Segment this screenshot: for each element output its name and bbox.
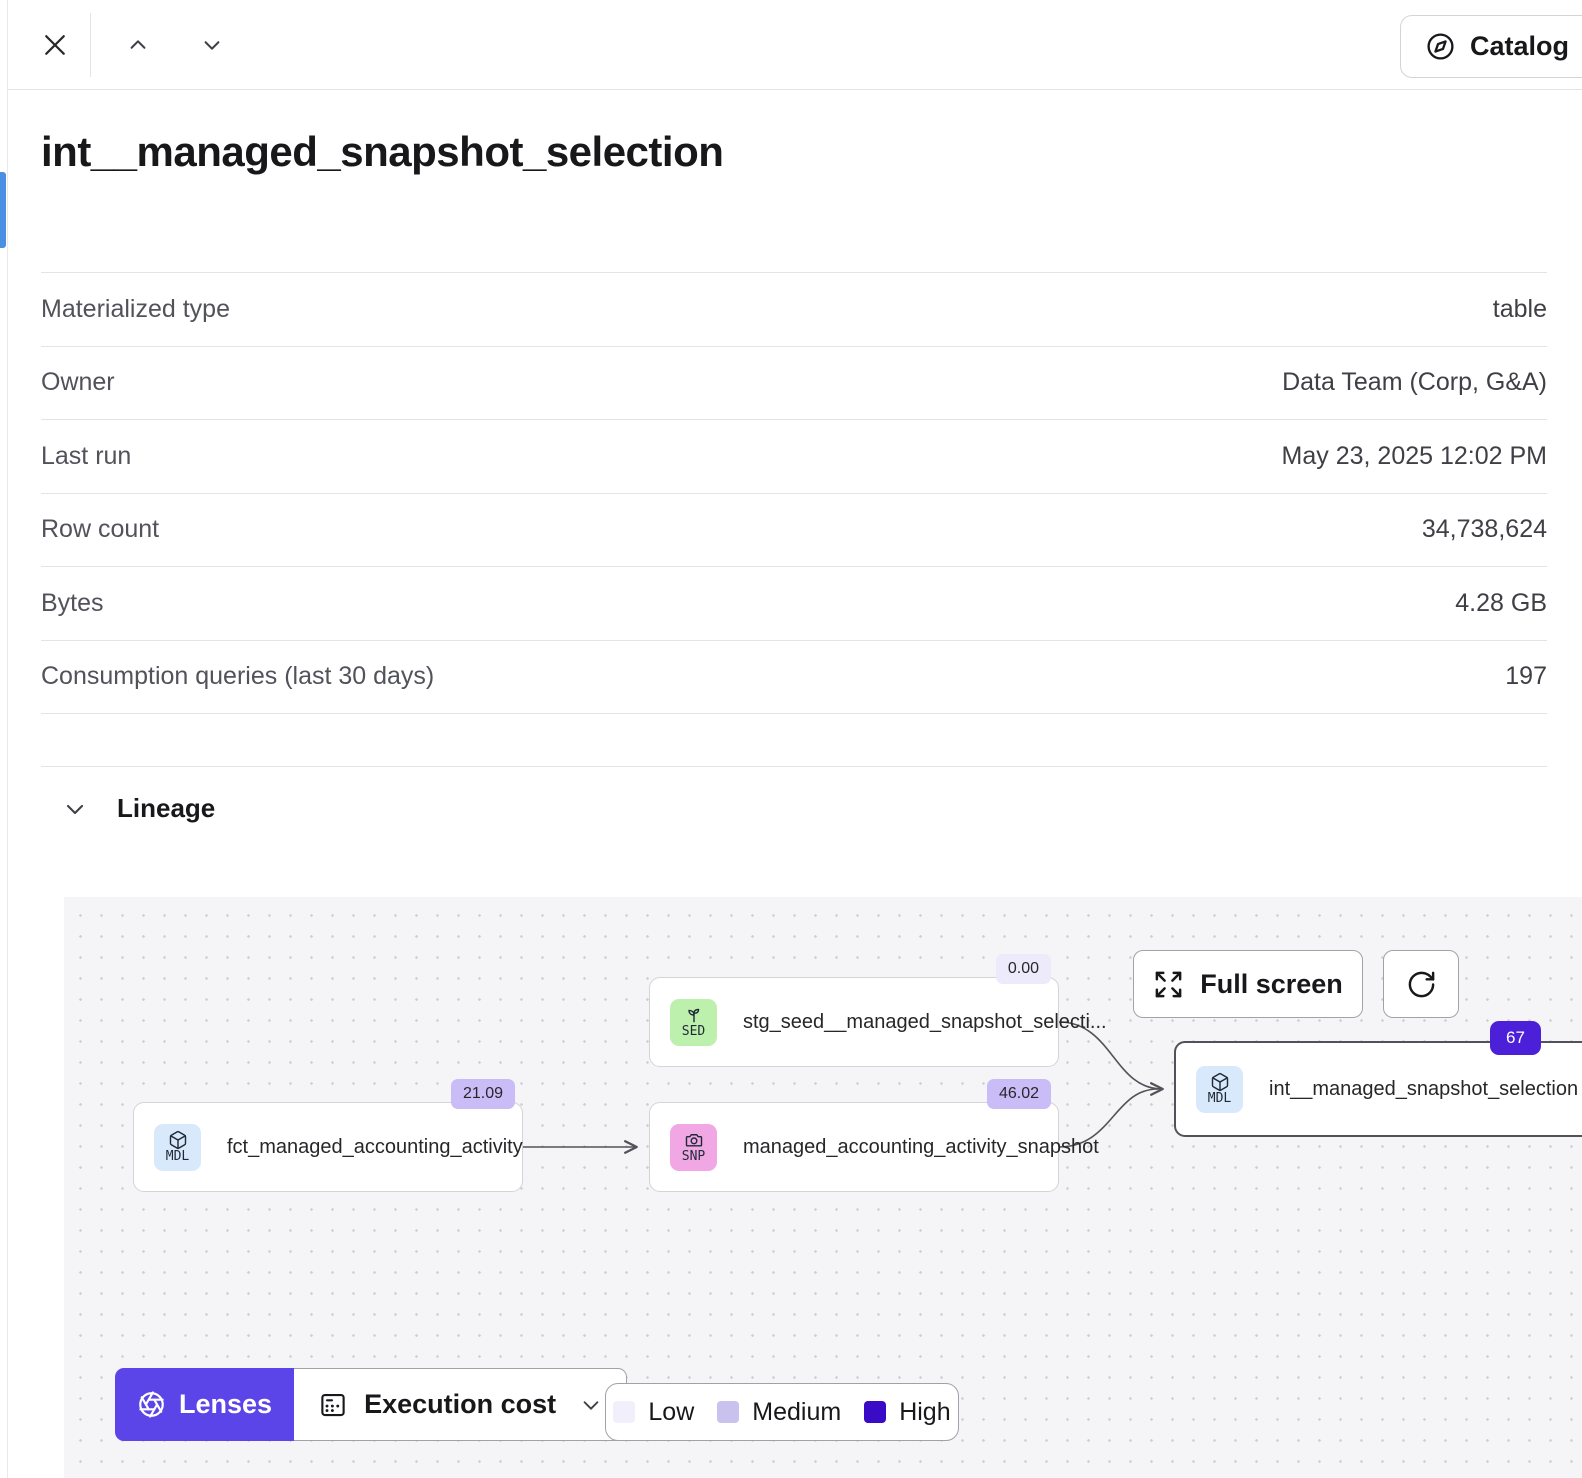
fullscreen-button[interactable]: Full screen — [1133, 950, 1363, 1018]
model-type-chip: MDL — [1196, 1066, 1243, 1113]
cost-badge: 0.00 — [996, 954, 1051, 984]
legend-swatch-low — [613, 1401, 635, 1423]
aperture-icon — [137, 1390, 166, 1419]
seed-type-chip: SED — [670, 999, 717, 1046]
close-icon — [40, 30, 70, 60]
node-label: fct_managed_accounting_activity — [227, 1136, 523, 1159]
catalog-button-label: Catalog — [1470, 31, 1569, 62]
lineage-node-stg-seed[interactable]: 0.00 SED stg_seed__managed_snapshot_sele… — [649, 977, 1059, 1067]
metadata-value: 4.28 GB — [1455, 589, 1547, 618]
chevron-down-icon — [580, 1394, 602, 1416]
lineage-section-title: Lineage — [117, 793, 215, 824]
metadata-row: Consumption queries (last 30 days) 197 — [41, 641, 1547, 715]
legend-swatch-high — [864, 1401, 886, 1423]
metadata-value: May 23, 2025 12:02 PM — [1282, 442, 1547, 471]
node-label: int__managed_snapshot_selection — [1269, 1078, 1578, 1101]
model-type-chip: MDL — [154, 1124, 201, 1171]
cost-table-icon — [318, 1390, 348, 1420]
metadata-row: Last run May 23, 2025 12:02 PM — [41, 420, 1547, 494]
metadata-row: Bytes 4.28 GB — [41, 567, 1547, 641]
lineage-node-managed-accounting-activity-snapshot[interactable]: 46.02 SNP managed_accounting_activity_sn… — [649, 1102, 1059, 1192]
lens-selector[interactable]: Execution cost — [294, 1368, 627, 1441]
legend-label-high: High — [899, 1398, 950, 1427]
cost-badge: 67 — [1490, 1021, 1541, 1055]
cost-badge: 21.09 — [451, 1079, 515, 1109]
active-indicator — [0, 172, 6, 248]
camera-icon — [684, 1130, 704, 1150]
catalog-button[interactable]: Catalog — [1400, 15, 1582, 78]
lenses-button[interactable]: Lenses — [115, 1368, 294, 1441]
lineage-node-fct-managed-accounting-activity[interactable]: 21.09 MDL fct_managed_accounting_activit… — [133, 1102, 523, 1192]
node-label: managed_accounting_activity_snapshot — [743, 1136, 1099, 1159]
fullscreen-button-label: Full screen — [1200, 969, 1343, 1000]
lenses-button-label: Lenses — [179, 1389, 272, 1420]
lineage-section-header[interactable]: Lineage — [63, 793, 215, 824]
metadata-label: Last run — [41, 442, 131, 471]
metadata-value: 34,738,624 — [1422, 515, 1547, 544]
metadata-label: Owner — [41, 368, 115, 397]
metadata-value: table — [1493, 295, 1547, 324]
metadata-label: Consumption queries (last 30 days) — [41, 662, 434, 691]
compass-icon — [1425, 31, 1456, 62]
node-type-code: SED — [682, 1025, 705, 1039]
refresh-icon — [1406, 969, 1437, 1000]
chevron-down-icon — [201, 34, 223, 56]
metadata-value: 197 — [1505, 662, 1547, 691]
cost-legend: Low Medium High — [605, 1383, 959, 1441]
node-type-code: MDL — [166, 1150, 189, 1164]
cost-badge: 46.02 — [987, 1079, 1051, 1109]
lineage-graph-canvas[interactable]: Full screen 0.00 SED stg_seed__managed_s… — [64, 897, 1582, 1478]
drawer-toolbar: Catalog — [8, 0, 1582, 90]
expand-icon — [1153, 969, 1184, 1000]
metadata-label: Row count — [41, 515, 159, 544]
sprout-icon — [684, 1005, 704, 1025]
node-label: stg_seed__managed_snapshot_selecti... — [743, 1011, 1107, 1034]
snapshot-type-chip: SNP — [670, 1124, 717, 1171]
node-type-code: MDL — [1208, 1092, 1231, 1106]
chevron-up-icon — [127, 34, 149, 56]
close-button[interactable] — [32, 22, 78, 68]
collapse-chevron-icon[interactable] — [63, 797, 87, 821]
previous-item-button[interactable] — [115, 22, 161, 68]
toolbar-divider — [90, 13, 91, 77]
metadata-table: Materialized type table Owner Data Team … — [41, 272, 1547, 767]
metadata-value: Data Team (Corp, G&A) — [1282, 368, 1547, 397]
metadata-label: Bytes — [41, 589, 104, 618]
node-type-code: SNP — [682, 1150, 705, 1164]
lens-selected-label: Execution cost — [364, 1389, 556, 1420]
cube-icon — [1210, 1072, 1230, 1092]
metadata-row: Materialized type table — [41, 273, 1547, 347]
metadata-row: Row count 34,738,624 — [41, 494, 1547, 568]
legend-label-medium: Medium — [752, 1398, 841, 1427]
metadata-spacer-row — [41, 714, 1547, 767]
underlying-page-edge — [0, 0, 8, 1478]
legend-label-low: Low — [648, 1398, 694, 1427]
metadata-row: Owner Data Team (Corp, G&A) — [41, 347, 1547, 421]
lineage-node-int-managed-snapshot-selection[interactable]: 67 MDL int__managed_snapshot_selection — [1174, 1041, 1582, 1137]
metadata-label: Materialized type — [41, 295, 230, 324]
lenses-bar: Lenses Execution cost — [115, 1368, 627, 1441]
page-title: int__managed_snapshot_selection — [41, 128, 723, 176]
next-item-button[interactable] — [189, 22, 235, 68]
legend-swatch-medium — [717, 1401, 739, 1423]
cube-icon — [168, 1130, 188, 1150]
refresh-button[interactable] — [1383, 950, 1459, 1018]
